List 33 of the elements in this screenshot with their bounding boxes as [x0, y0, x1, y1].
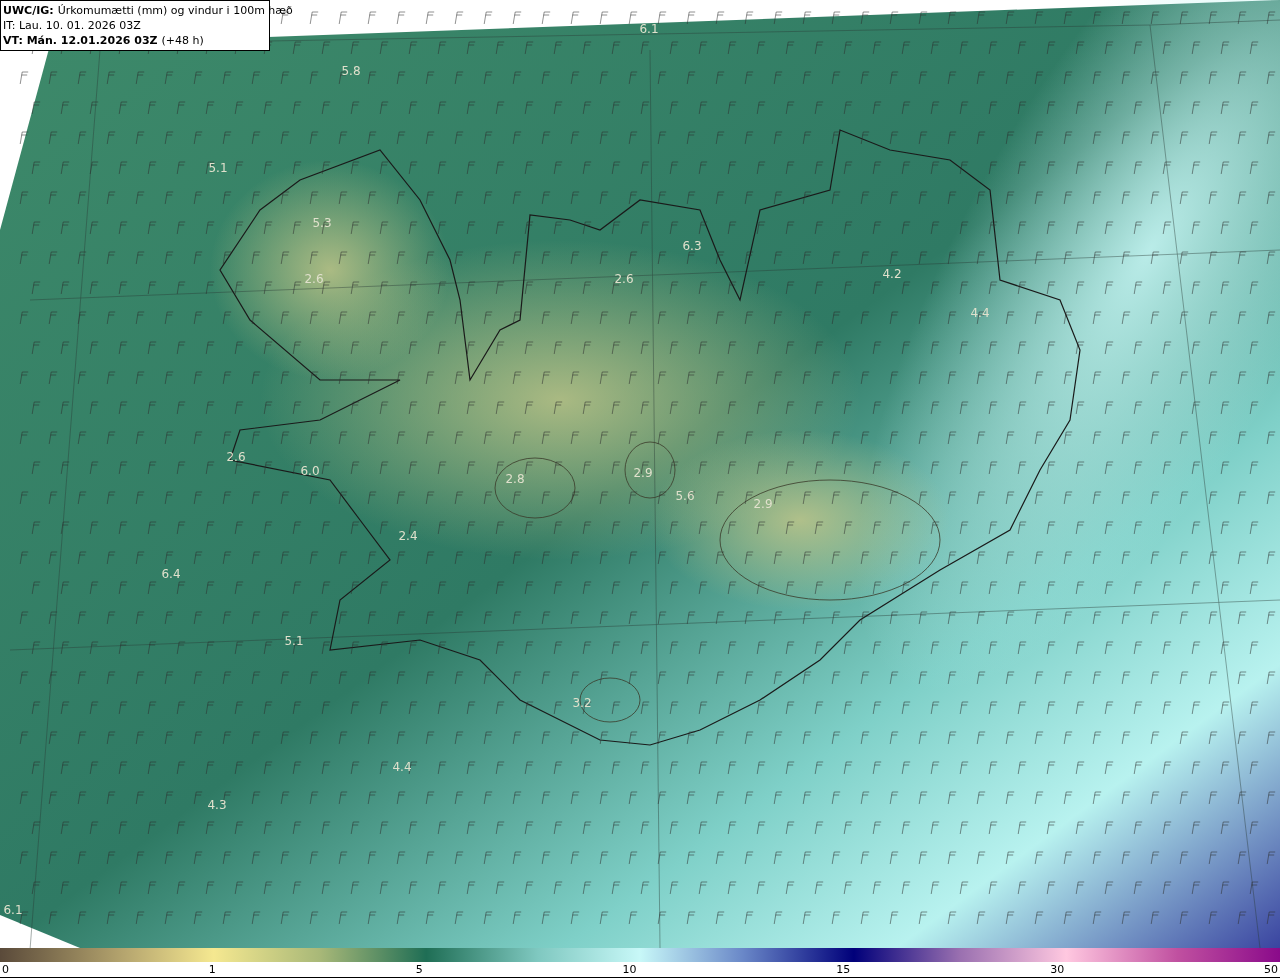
value-label: 2.8: [505, 472, 525, 486]
scale-tick-label: 15: [836, 962, 851, 977]
value-label: 6.3: [682, 239, 702, 253]
value-label: 4.2: [882, 267, 902, 281]
value-label: 2.6: [304, 272, 324, 286]
value-label: 5.8: [341, 64, 361, 78]
scale-tick-label: 10: [622, 962, 637, 977]
value-label: 5.1: [284, 634, 304, 648]
product-code: UWC/IG:: [3, 3, 54, 18]
value-label: 2.6: [614, 272, 634, 286]
value-label: 3.2: [572, 696, 592, 710]
scale-tick-label: 30: [1050, 962, 1065, 977]
valid-time: VT: Mán. 12.01.2026 03Z: [3, 33, 158, 48]
value-label: 6.1: [639, 22, 659, 36]
scale-tick-label: 5: [415, 962, 423, 977]
value-label: 2.9: [753, 497, 773, 511]
value-label: 5.3: [312, 216, 332, 230]
scale-tick-label: 0: [2, 962, 9, 977]
scale-tick-label: 50: [1263, 962, 1278, 977]
value-label: 6.1: [3, 903, 23, 917]
value-label: 2.6: [226, 450, 246, 464]
value-label: 2.4: [398, 529, 418, 543]
value-label: 5.1: [208, 161, 228, 175]
value-label: 5.6: [675, 489, 695, 503]
value-label: 4.4: [392, 760, 412, 774]
value-label: 4.3: [207, 798, 227, 812]
value-label: 6.0: [300, 464, 320, 478]
value-label: 6.4: [161, 567, 181, 581]
issue-time: IT: Lau. 10. 01. 2026 03Z: [3, 18, 142, 33]
scale-tick-label: 1: [208, 962, 216, 977]
lead-time: (+48 h): [161, 33, 204, 48]
value-label: 2.9: [633, 466, 653, 480]
value-label: 4.4: [970, 306, 990, 320]
